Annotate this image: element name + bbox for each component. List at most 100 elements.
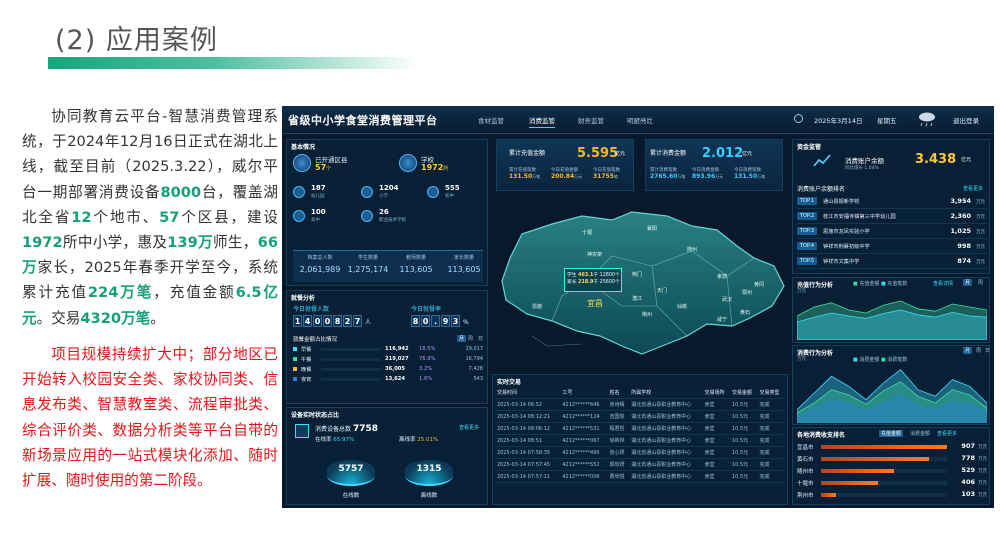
- dashboard-title: 省级中小学食堂消费管理平台: [288, 114, 438, 127]
- map-city-label[interactable]: 黄冈: [754, 281, 764, 288]
- expansion-paragraph: 项目规模持续扩大中；部分地区已开始转入校园安全类、家校协同类、信息发布类、智慧教…: [22, 346, 278, 490]
- popup-row: 学生 463.1千 12800个: [567, 271, 620, 278]
- tab-food[interactable]: 食材监管: [478, 115, 504, 125]
- tab-kitchen[interactable]: 明厨亮灶: [627, 115, 653, 125]
- city-rank-recharge-btn[interactable]: 充值金额: [879, 430, 904, 437]
- map-city-label[interactable]: 黄石: [740, 309, 750, 316]
- tx-cell: 食堂: [702, 422, 730, 435]
- consume-period-week[interactable]: 周: [974, 347, 983, 354]
- rank-more-link[interactable]: 查看更多: [963, 185, 983, 192]
- sub-stat-unit: 万笔: [757, 174, 766, 179]
- table-row[interactable]: 2025-03-14 06:52 4212******646 张诗晴 湖北省通山县职业…: [495, 398, 785, 411]
- table-row[interactable]: 2025-03-14 07:58:35 4212******495 张心妍 湖北省通山…: [495, 446, 785, 459]
- balance-rank-list: TOP.1 通山县振新学校 3,954 万元 TOP.2 枝江市安福寺镇第三中学幼儿园 2,…: [797, 194, 987, 269]
- city-rank-list: 宜昌市 907 万元 黄石市 778 万元 随州市 529 万元 十堰市 406 万元 荆州市 103 万元: [797, 441, 987, 501]
- sub-stat-number: 893.96: [692, 173, 716, 180]
- tx-cell: 张心妍: [607, 446, 630, 459]
- map-city-label[interactable]: 恩施: [532, 303, 542, 310]
- recharge-period-week[interactable]: 周: [976, 279, 985, 286]
- city-name: 随州市: [797, 469, 814, 475]
- city-rank-row[interactable]: 宜昌市 907 万元: [797, 441, 987, 453]
- tx-cell: 10.5元: [730, 422, 758, 435]
- title-underline: [48, 57, 418, 69]
- tab-finance[interactable]: 财务监管: [578, 115, 604, 125]
- sub-stat-number: 2765.60: [650, 173, 678, 180]
- consume-period-day[interactable]: 日: [984, 347, 991, 354]
- device-more-link[interactable]: 查看更多: [459, 424, 479, 431]
- tab-consume[interactable]: 消费监管: [529, 115, 555, 128]
- weather-icon: [919, 112, 935, 127]
- tx-cell: 宣国俊: [607, 410, 630, 423]
- map-city-label[interactable]: 武汉: [722, 296, 732, 303]
- recharge-period-month[interactable]: 月: [963, 279, 973, 286]
- tx-cell: 食堂: [702, 410, 730, 423]
- schools-unit: 所: [443, 166, 449, 172]
- schools-value: 1972: [421, 163, 444, 172]
- district-icon: [293, 154, 311, 172]
- table-row[interactable]: 2025-03-14 07:57:11 4212******006 曹欣悦 湖北省通山…: [495, 470, 785, 483]
- table-row[interactable]: 2025-03-14 08:06:12 4212******531 程君哲 湖北省通山…: [495, 422, 785, 435]
- map-city-label[interactable]: 天门: [657, 287, 667, 294]
- map-city-label[interactable]: 鄂州: [742, 289, 752, 296]
- map-city-label[interactable]: 神农架: [587, 251, 602, 258]
- rank-row[interactable]: TOP.5 钟祥市文集中学 874 万元: [797, 254, 987, 269]
- meal-name: 午餐: [301, 357, 312, 363]
- map-city-label[interactable]: 孝感: [717, 273, 727, 280]
- dining-period-week[interactable]: 周: [468, 335, 473, 342]
- map-city-label[interactable]: 荆州: [642, 311, 652, 318]
- rank-value: 2,360: [950, 212, 971, 220]
- city-rank-row[interactable]: 荆州市 103 万元: [797, 489, 987, 501]
- consume-period-month[interactable]: 月: [963, 347, 973, 354]
- city-rank-consume-btn[interactable]: 消费金额: [908, 430, 932, 437]
- table-row[interactable]: 2025-03-14 07:57:45 4212******552 郭欣妍 湖北省通山…: [495, 458, 785, 471]
- tx-cell: 4212******006: [560, 470, 608, 483]
- map-city-label[interactable]: 随州: [687, 246, 697, 253]
- table-row[interactable]: 2025-03-14 08:12:21 4212******124 宣国俊 湖北省通山…: [495, 410, 785, 423]
- city-rank-more-link[interactable]: 查看更多: [937, 430, 957, 437]
- settings-icon[interactable]: [794, 114, 803, 123]
- counter-digit: 4: [303, 315, 312, 327]
- city-rank-row[interactable]: 随州市 529 万元: [797, 465, 987, 477]
- recharge-detail-link[interactable]: 查看详情: [933, 280, 953, 287]
- population-label: 学生数量: [357, 255, 378, 261]
- device-status-panel: 设备实时状态占比 消费设备总数 7758 查看更多 在线率 65.97% 离线率…: [286, 407, 488, 505]
- para-text: 个地市、: [91, 208, 160, 226]
- map-city-label[interactable]: 十堰: [582, 229, 592, 236]
- para-text: 个区县，建设: [179, 208, 278, 226]
- logout-button[interactable]: 退出登录: [953, 115, 979, 125]
- online-rate-value: 65.97%: [333, 437, 355, 443]
- hubei-map[interactable]: 十堰 襄阳随州孝感黄冈武汉 荆门宜昌恩施荆州咸宁 黄石 鄂州 天门潜江仙桃 神农架: [492, 196, 792, 371]
- map-city-label[interactable]: 潜江: [632, 295, 642, 302]
- description-paragraph: 协同教育云平台-智慧消费管理系统，于2024年12月16日正式在湖北上线，截至目…: [22, 104, 278, 331]
- meal-value: 116,942: [385, 346, 409, 352]
- counter-digit: 0: [323, 315, 332, 327]
- school-type-icon: [361, 186, 373, 198]
- map-city-label[interactable]: 荆门: [632, 271, 642, 278]
- table-row[interactable]: 2025-03-14 08:51 4212******067 徐新林 湖北省通山县职业…: [495, 434, 785, 447]
- city-rank-row[interactable]: 十堰市 406 万元: [797, 477, 987, 489]
- rank-row[interactable]: TOP.1 通山县振新学校 3,954 万元: [797, 194, 987, 209]
- rank-badge: TOP.5: [797, 257, 817, 265]
- highlight-number: 139万: [167, 234, 213, 252]
- school-type-label: 幼儿园: [311, 194, 325, 199]
- offline-count-label: 离线数: [420, 493, 438, 499]
- dining-period-month[interactable]: 月: [457, 335, 467, 342]
- sub-stat-number: 131.50: [734, 173, 758, 180]
- sub-stat-unit: 笔: [613, 174, 618, 179]
- city-unit: 万元: [978, 457, 987, 462]
- rank-school-name: 恩施市龙凤实验小学: [823, 229, 870, 235]
- meal-pct: 3.2%: [419, 366, 433, 372]
- sub-stat-value: 2765.60万笔: [650, 173, 692, 180]
- map-city-label[interactable]: 仙桃: [677, 303, 687, 310]
- rank-row[interactable]: TOP.2 枝江市安福寺镇第三中学幼儿园 2,360 万元: [797, 209, 987, 224]
- rank-row[interactable]: TOP.3 恩施市龙凤实验小学 1,025 万元: [797, 224, 987, 239]
- map-city-label[interactable]: 宜昌: [587, 298, 603, 308]
- map-city-label[interactable]: 襄阳: [647, 225, 657, 232]
- para-text: 师生，: [212, 234, 258, 252]
- tx-cell: 完成: [757, 434, 785, 447]
- map-city-label[interactable]: 咸宁: [717, 316, 727, 323]
- rank-row[interactable]: TOP.4 钟祥市荆襄初级中学 998 万元: [797, 239, 987, 254]
- dining-period-day[interactable]: 日: [478, 335, 483, 342]
- basic-info-panel: 基本情况 已开通区县 57个 学校 1972所 187 幼儿园 1204 小学 555 初…: [286, 139, 488, 286]
- city-rank-row[interactable]: 黄石市 778 万元: [797, 453, 987, 465]
